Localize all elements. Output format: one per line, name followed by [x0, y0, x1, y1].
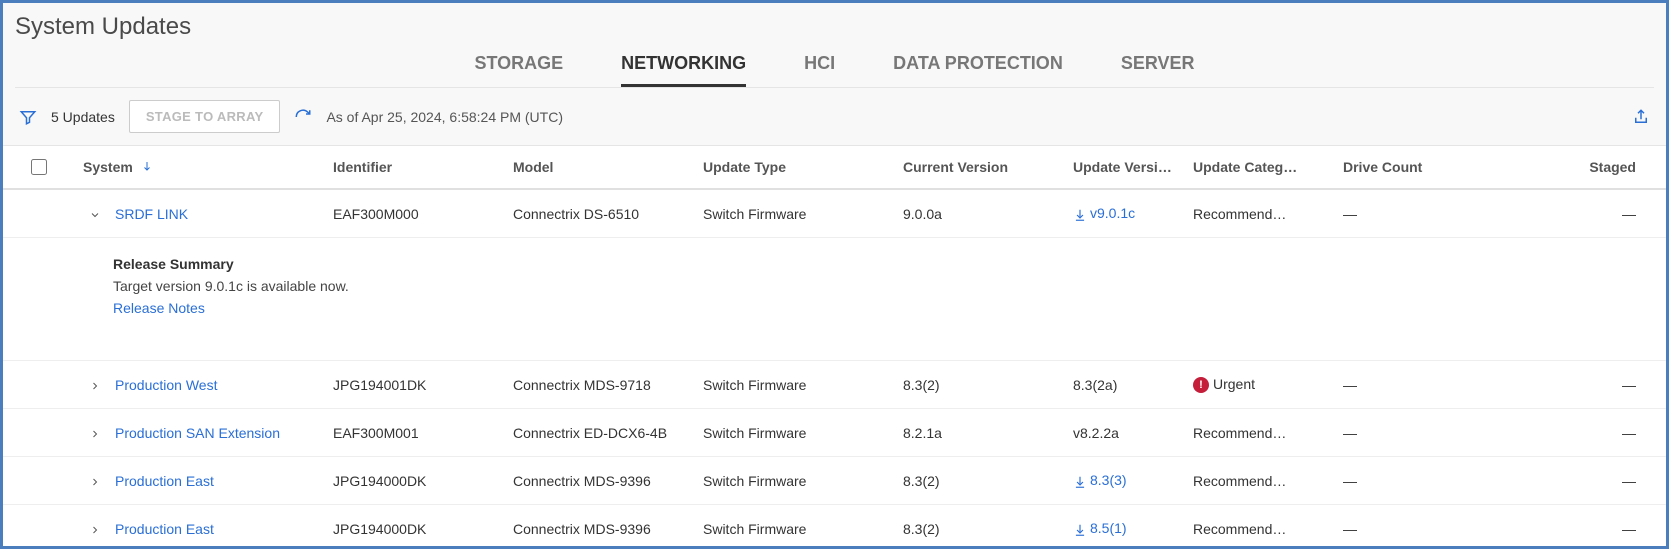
identifier-cell: EAF300M000: [323, 206, 503, 222]
tab-data-protection[interactable]: DATA PROTECTION: [893, 43, 1063, 87]
update-type-cell: Switch Firmware: [693, 425, 893, 441]
drive-count-cell: —: [1333, 377, 1483, 393]
update-version-download-link[interactable]: v9.0.1c: [1073, 205, 1135, 221]
system-link[interactable]: SRDF LINK: [115, 206, 188, 222]
system-link[interactable]: Production SAN Extension: [115, 425, 280, 441]
staged-cell: —: [1483, 473, 1666, 489]
table-header-row: System Identifier Model Update Type Curr…: [3, 146, 1666, 190]
drive-count-cell: —: [1333, 206, 1483, 222]
col-update-version[interactable]: Update Version: [1063, 159, 1183, 175]
select-all-checkbox[interactable]: [31, 159, 47, 175]
category-text: Recommend…: [1193, 521, 1286, 537]
col-staged[interactable]: Staged: [1483, 159, 1666, 175]
identifier-cell: JPG194000DK: [323, 521, 503, 537]
share-icon[interactable]: [1632, 108, 1650, 126]
table-row: Production West JPG194001DKConnectrix MDS…: [3, 361, 1666, 409]
current-version-cell: 8.2.1a: [893, 425, 1063, 441]
current-version-cell: 8.3(2): [893, 377, 1063, 393]
release-summary-panel: Release Summary Target version 9.0.1c is …: [3, 238, 1666, 361]
refresh-icon[interactable]: [294, 108, 312, 126]
tab-networking[interactable]: NETWORKING: [621, 43, 746, 87]
release-summary-body: Target version 9.0.1c is available now.: [113, 278, 1666, 294]
identifier-cell: EAF300M001: [323, 425, 503, 441]
current-version-cell: 9.0.0a: [893, 206, 1063, 222]
expand-toggle[interactable]: [87, 521, 103, 537]
model-cell: Connectrix MDS-9396: [503, 473, 693, 489]
staged-cell: —: [1483, 377, 1666, 393]
expand-toggle[interactable]: [87, 473, 103, 489]
table-row: SRDF LINK EAF300M000Connectrix DS-6510Swi…: [3, 190, 1666, 238]
staged-cell: —: [1483, 206, 1666, 222]
col-identifier[interactable]: Identifier: [323, 159, 503, 175]
current-version-cell: 8.3(2): [893, 521, 1063, 537]
current-version-cell: 8.3(2): [893, 473, 1063, 489]
release-summary-title: Release Summary: [113, 256, 1666, 272]
update-type-cell: Switch Firmware: [693, 473, 893, 489]
system-link[interactable]: Production West: [115, 377, 217, 393]
col-update-type[interactable]: Update Type: [693, 159, 893, 175]
urgent-icon: !: [1193, 377, 1209, 393]
sort-arrow-down-icon: [141, 159, 153, 175]
update-type-cell: Switch Firmware: [693, 377, 893, 393]
table-row: Production SAN Extension EAF300M001Connec…: [3, 409, 1666, 457]
category-text: Recommend…: [1193, 206, 1286, 222]
drive-count-cell: —: [1333, 521, 1483, 537]
page-title: System Updates: [15, 13, 1654, 41]
drive-count-cell: —: [1333, 425, 1483, 441]
tab-hci[interactable]: HCI: [804, 43, 835, 87]
update-version-download-link[interactable]: 8.5(1): [1073, 520, 1127, 536]
category-text: Recommend…: [1193, 425, 1286, 441]
update-version-download-link[interactable]: 8.3(3): [1073, 472, 1127, 488]
identifier-cell: JPG194001DK: [323, 377, 503, 393]
staged-cell: —: [1483, 521, 1666, 537]
staged-cell: —: [1483, 425, 1666, 441]
col-update-category[interactable]: Update Categ…: [1183, 159, 1333, 175]
model-cell: Connectrix MDS-9396: [503, 521, 693, 537]
stage-to-array-button[interactable]: STAGE TO ARRAY: [129, 100, 281, 133]
update-version-text: v8.2.2a: [1073, 425, 1119, 441]
tab-server[interactable]: SERVER: [1121, 43, 1195, 87]
col-model[interactable]: Model: [503, 159, 693, 175]
col-drive-count[interactable]: Drive Count: [1333, 159, 1483, 175]
updates-count: 5 Updates: [51, 109, 115, 125]
expand-toggle[interactable]: [87, 377, 103, 393]
drive-count-cell: —: [1333, 473, 1483, 489]
category-text: Urgent: [1213, 376, 1255, 392]
category-text: Recommend…: [1193, 473, 1286, 489]
identifier-cell: JPG194000DK: [323, 473, 503, 489]
system-link[interactable]: Production East: [115, 521, 214, 537]
expand-toggle[interactable]: [87, 425, 103, 441]
filter-icon[interactable]: [19, 108, 37, 126]
release-notes-link[interactable]: Release Notes: [113, 300, 205, 316]
system-link[interactable]: Production East: [115, 473, 214, 489]
col-system[interactable]: System: [73, 159, 323, 175]
model-cell: Connectrix MDS-9718: [503, 377, 693, 393]
table-row: Production East JPG194000DKConnectrix MDS…: [3, 505, 1666, 549]
col-current-version[interactable]: Current Version: [893, 159, 1063, 175]
table-row: Production East JPG194000DKConnectrix MDS…: [3, 457, 1666, 505]
model-cell: Connectrix DS-6510: [503, 206, 693, 222]
expand-toggle[interactable]: [87, 206, 103, 222]
update-type-cell: Switch Firmware: [693, 521, 893, 537]
update-version-text: 8.3(2a): [1073, 377, 1117, 393]
update-type-cell: Switch Firmware: [693, 206, 893, 222]
tab-storage[interactable]: STORAGE: [474, 43, 563, 87]
model-cell: Connectrix ED-DCX6-4B: [503, 425, 693, 441]
refresh-timestamp: As of Apr 25, 2024, 6:58:24 PM (UTC): [326, 109, 563, 125]
